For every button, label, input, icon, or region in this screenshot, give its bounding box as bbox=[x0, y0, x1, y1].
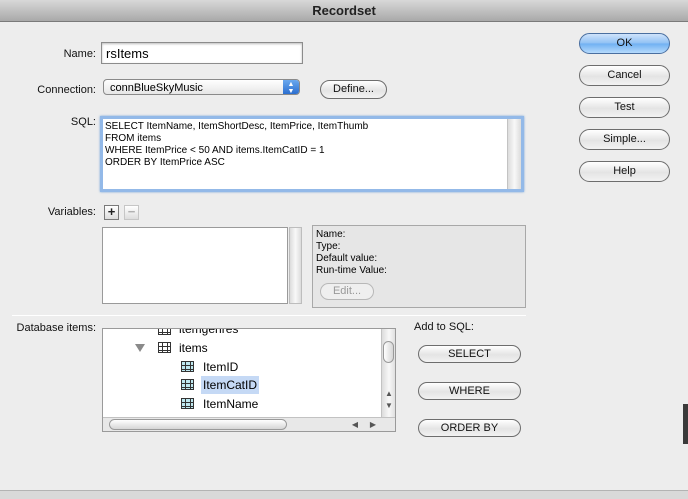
window-title: Recordset bbox=[0, 0, 688, 22]
cancel-button[interactable]: Cancel bbox=[579, 65, 670, 86]
simple-button[interactable]: Simple... bbox=[579, 129, 670, 150]
help-button[interactable]: Help bbox=[579, 161, 670, 182]
variables-label: Variables: bbox=[47, 206, 96, 218]
section-divider bbox=[12, 315, 526, 316]
sql-scrollbar[interactable] bbox=[507, 119, 521, 189]
tree-horizontal-scroll-thumb[interactable] bbox=[109, 419, 287, 430]
variable-runtime-label: Run-time Value: bbox=[316, 265, 387, 276]
name-field[interactable]: rsItems bbox=[101, 42, 303, 64]
connection-select-value: connBlueSkyMusic bbox=[110, 82, 203, 94]
database-items-label: Database items: bbox=[16, 322, 96, 334]
name-label: Name: bbox=[63, 48, 96, 60]
sql-line: WHERE ItemPrice < 50 AND items.ItemCatID… bbox=[105, 145, 325, 156]
connection-select[interactable]: connBlueSkyMusic ▲ ▼ bbox=[103, 79, 300, 95]
tree-vertical-scroll-thumb[interactable] bbox=[383, 341, 394, 363]
updown-arrows-icon: ▲ ▼ bbox=[283, 80, 299, 95]
window-bottom-edge bbox=[0, 490, 688, 499]
tree-item-items[interactable]: items bbox=[103, 339, 381, 357]
remove-variable-button[interactable]: − bbox=[124, 205, 139, 220]
scroll-left-arrow-icon[interactable]: ◀ bbox=[349, 420, 361, 429]
add-variable-button[interactable]: + bbox=[104, 205, 119, 220]
column-icon bbox=[181, 398, 194, 409]
variables-scrollbar[interactable] bbox=[289, 227, 302, 304]
sql-line: SELECT ItemName, ItemShortDesc, ItemPric… bbox=[105, 121, 369, 132]
database-items-tree[interactable]: itemgenres items ItemID ItemCatID ItemNa… bbox=[102, 328, 396, 432]
scroll-down-arrow-icon[interactable]: ▼ bbox=[383, 401, 395, 410]
edit-variable-button[interactable]: Edit... bbox=[320, 283, 374, 300]
test-button[interactable]: Test bbox=[579, 97, 670, 118]
add-to-sql-label: Add to SQL: bbox=[414, 321, 474, 333]
connection-label: Connection: bbox=[37, 84, 96, 96]
tree-item-itemname[interactable]: ItemName bbox=[103, 395, 381, 413]
add-where-button[interactable]: WHERE bbox=[418, 382, 521, 400]
table-icon bbox=[158, 329, 171, 335]
add-orderby-button[interactable]: ORDER BY bbox=[418, 419, 521, 437]
tree-item-label: ItemID bbox=[203, 360, 239, 374]
tree-item-label: ItemName bbox=[203, 397, 259, 411]
tree-item-itemcatid[interactable]: ItemCatID bbox=[103, 376, 381, 394]
scroll-up-arrow-icon[interactable]: ▲ bbox=[383, 389, 395, 398]
sql-textarea[interactable]: SELECT ItemName, ItemShortDesc, ItemPric… bbox=[100, 116, 524, 192]
column-icon bbox=[181, 379, 194, 390]
variable-default-label: Default value: bbox=[316, 253, 378, 264]
tree-item-itemgenres[interactable]: itemgenres bbox=[103, 328, 381, 338]
scroll-right-arrow-icon[interactable]: ▶ bbox=[367, 420, 379, 429]
variable-details-panel: Name: Type: Default value: Run-time Valu… bbox=[312, 225, 526, 308]
sql-label: SQL: bbox=[70, 116, 96, 128]
tree-item-label: itemgenres bbox=[179, 328, 239, 336]
sql-line: FROM items bbox=[105, 133, 162, 144]
disclosure-triangle-icon[interactable] bbox=[135, 344, 145, 352]
table-icon bbox=[158, 342, 171, 353]
define-button[interactable]: Define... bbox=[320, 80, 387, 99]
variables-list[interactable] bbox=[102, 227, 288, 304]
tree-item-label: items bbox=[179, 341, 208, 355]
sql-line: ORDER BY ItemPrice ASC bbox=[105, 157, 225, 168]
ok-button[interactable]: OK bbox=[579, 33, 670, 54]
add-select-button[interactable]: SELECT bbox=[418, 345, 521, 363]
window-edge bbox=[683, 404, 688, 444]
variable-name-label: Name: bbox=[316, 229, 346, 240]
tree-vertical-scrollbar[interactable]: ▲ ▼ bbox=[381, 329, 395, 417]
column-icon bbox=[181, 361, 194, 372]
tree-horizontal-scrollbar[interactable]: ◀ ▶ bbox=[103, 417, 395, 431]
variable-type-label: Type: bbox=[316, 241, 341, 252]
tree-item-itemid[interactable]: ItemID bbox=[103, 358, 381, 376]
tree-item-label: ItemCatID bbox=[201, 376, 260, 394]
